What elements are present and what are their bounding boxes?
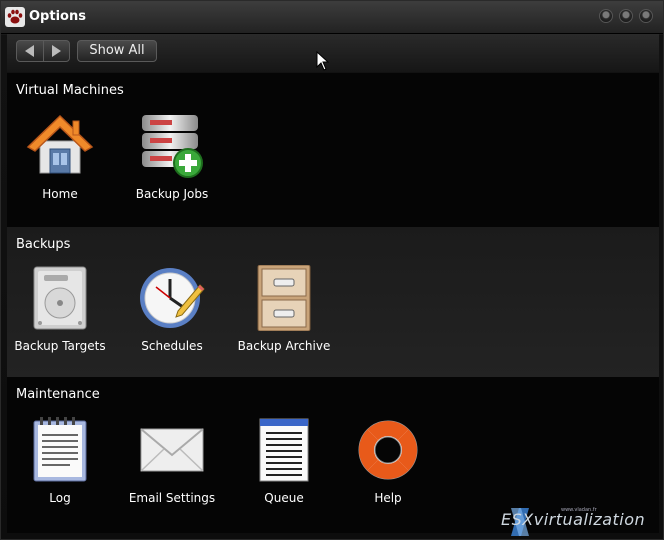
filing-cabinet-icon — [257, 265, 311, 331]
backup-jobs-icon — [142, 115, 203, 178]
clock-icon — [140, 268, 205, 328]
item-log[interactable]: Log — [5, 417, 115, 505]
item-label: Help — [374, 491, 402, 505]
item-label: Backup Jobs — [135, 187, 209, 201]
section-title: Backups — [16, 237, 71, 252]
item-label: Home — [42, 187, 78, 201]
section-title: Maintenance — [16, 387, 100, 402]
item-backup-targets[interactable]: Backup Targets — [5, 265, 115, 353]
item-label: Email Settings — [128, 491, 216, 505]
close-button[interactable] — [639, 9, 653, 23]
queue-list-icon — [259, 418, 309, 482]
notepad-icon — [33, 417, 87, 482]
section-title: Virtual Machines — [16, 83, 124, 98]
minimize-button[interactable] — [599, 9, 613, 23]
section-virtual-machines: Virtual Machines Home Backup Jobs — [7, 73, 659, 227]
back-button[interactable] — [17, 41, 43, 61]
item-label: Log — [49, 491, 71, 505]
item-email-settings[interactable]: Email Settings — [117, 417, 227, 505]
item-label: Backup Archive — [237, 339, 331, 353]
title-bar: Options — [1, 1, 663, 34]
paw-icon — [5, 7, 25, 27]
window-title: Options — [29, 9, 86, 24]
home-icon — [26, 114, 94, 174]
lifebuoy-icon — [358, 420, 418, 480]
mouse-cursor-icon — [316, 51, 330, 71]
arrow-left-icon — [25, 45, 35, 57]
forward-button[interactable] — [42, 41, 70, 61]
item-home[interactable]: Home — [5, 113, 115, 201]
section-backups: Backups Backup Targets Schedules Backup … — [7, 227, 659, 377]
item-queue[interactable]: Queue — [229, 417, 339, 505]
item-label: Schedules — [141, 339, 203, 353]
item-label: Backup Targets — [14, 339, 106, 353]
watermark-text: ESXvirtualization — [501, 510, 646, 529]
item-backup-archive[interactable]: Backup Archive — [229, 265, 339, 353]
maximize-button[interactable] — [619, 9, 633, 23]
item-schedules[interactable]: Schedules — [117, 265, 227, 353]
show-all-button[interactable]: Show All — [77, 40, 157, 62]
item-help[interactable]: Help — [333, 417, 443, 505]
item-backup-jobs[interactable]: Backup Jobs — [117, 113, 227, 201]
item-label: Queue — [264, 491, 304, 505]
options-window: Options Show All Virtual Machines Home B… — [0, 0, 664, 540]
envelope-icon — [140, 428, 204, 472]
toolbar: Show All — [7, 34, 659, 72]
nav-button-group — [16, 40, 70, 62]
hard-drive-icon — [33, 266, 87, 330]
arrow-right-icon — [51, 45, 61, 57]
